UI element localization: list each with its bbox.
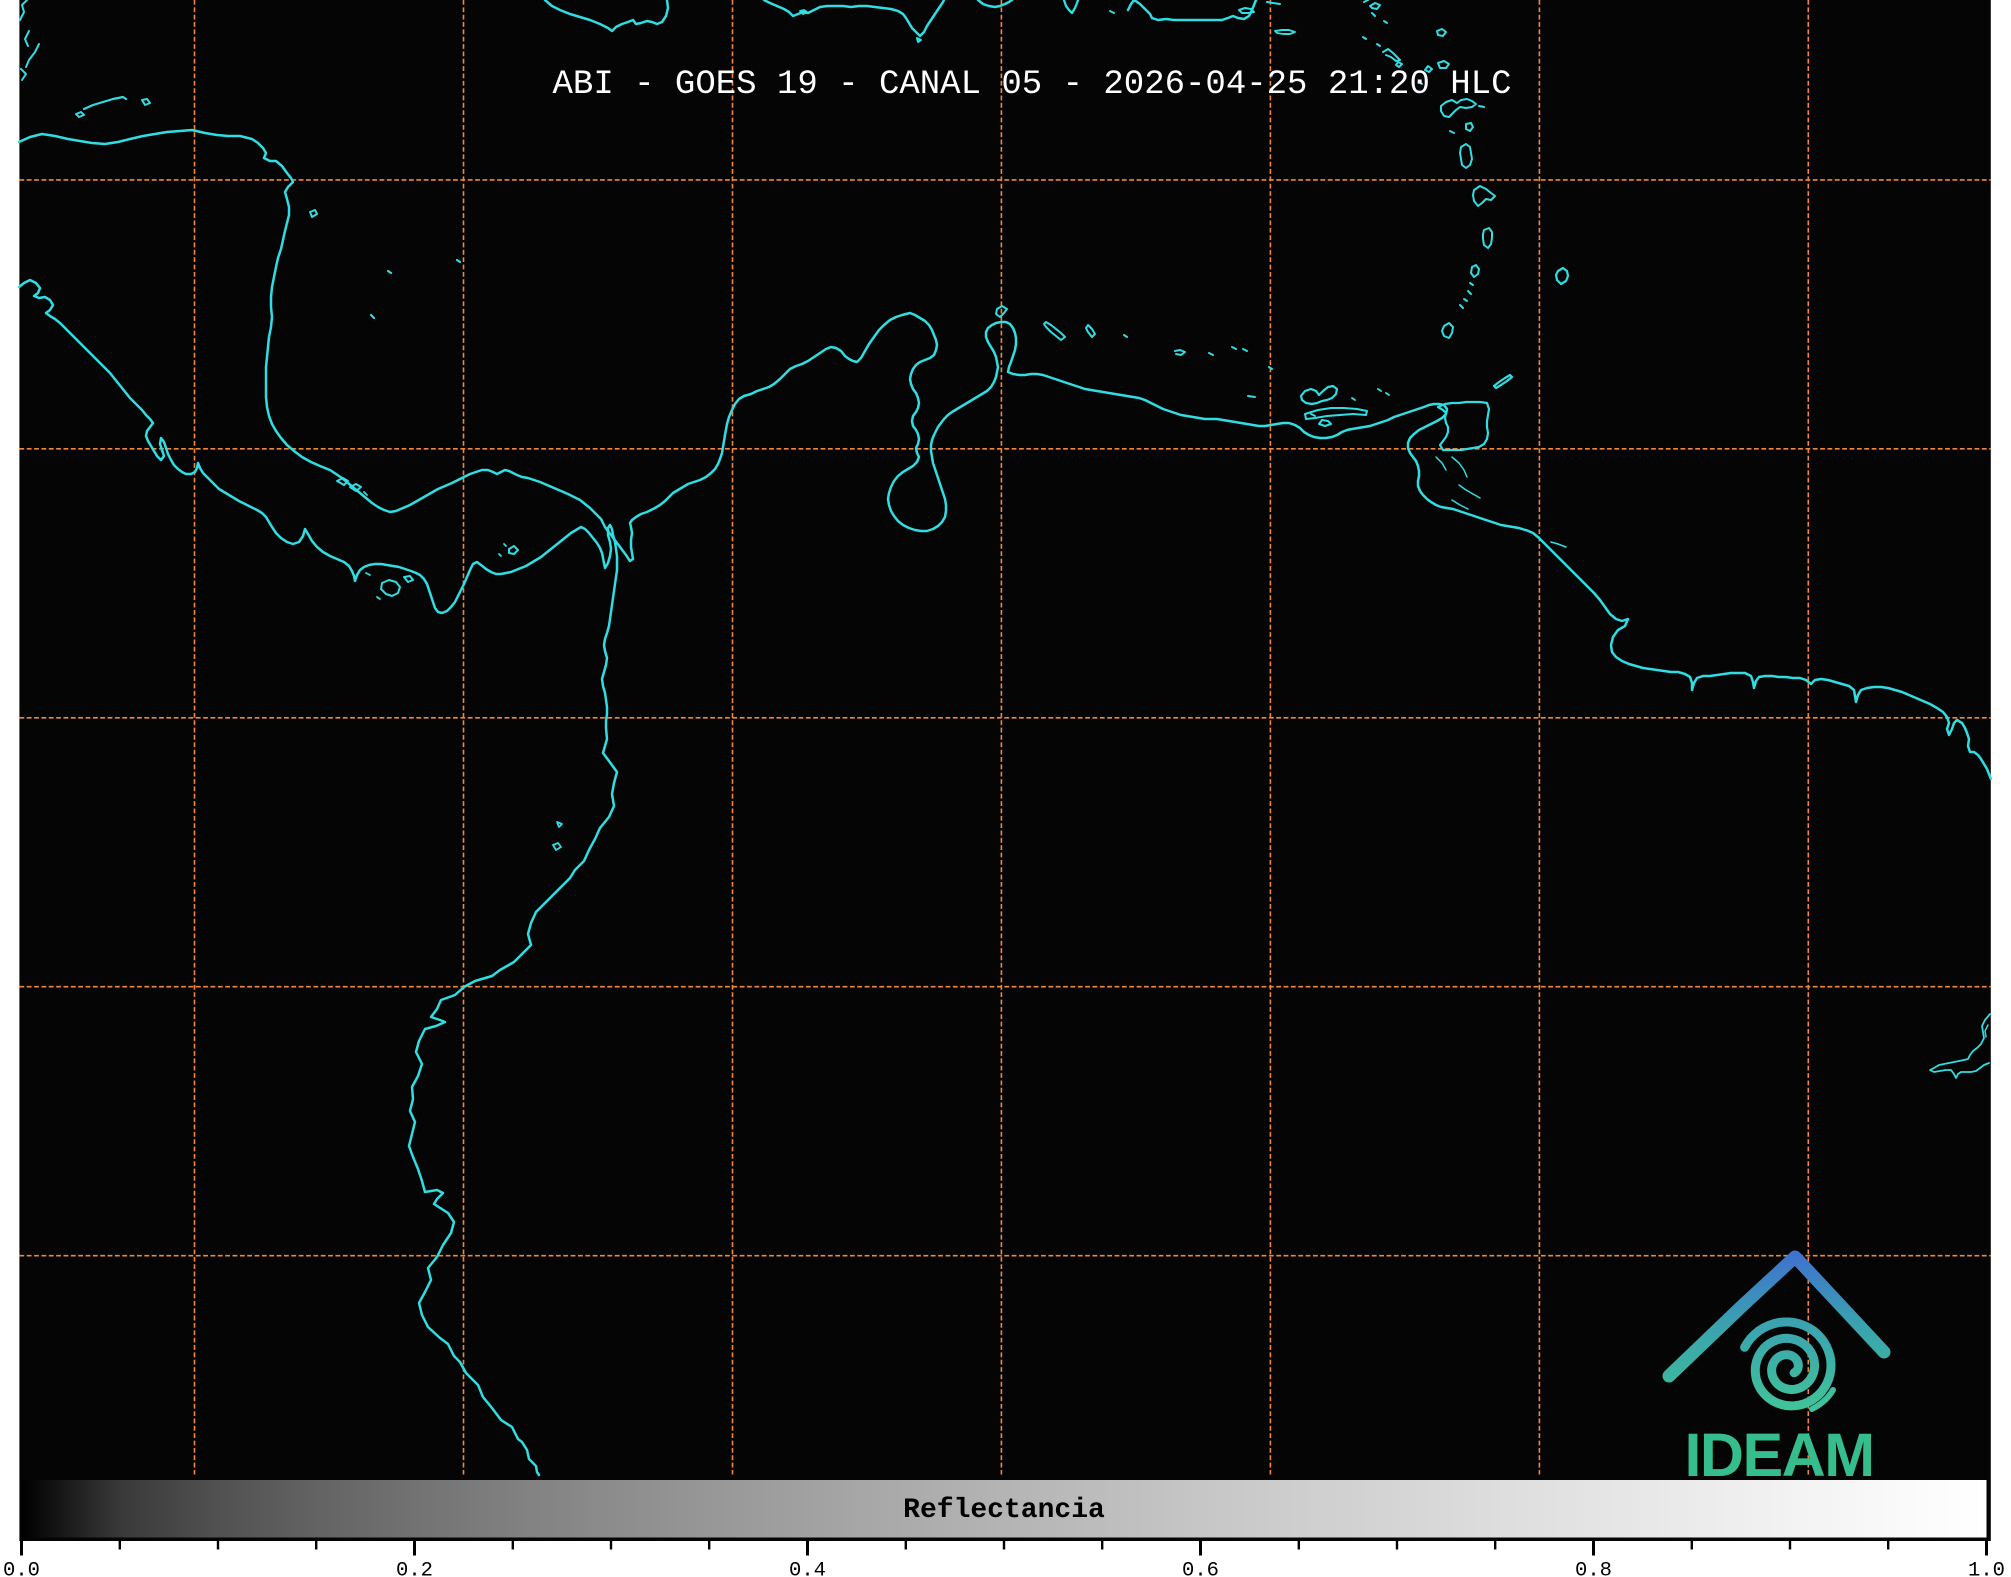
svg-text:0.6: 0.6 — [1182, 1560, 1219, 1577]
svg-text:0.2: 0.2 — [396, 1560, 433, 1577]
svg-text:IDEAM: IDEAM — [1684, 1421, 1873, 1489]
svg-text:0.8: 0.8 — [1575, 1560, 1612, 1577]
svg-text:0.4: 0.4 — [789, 1560, 826, 1577]
svg-text:ABI - GOES 19 - CANAL 05 - 202: ABI - GOES 19 - CANAL 05 - 2026-04-25 21… — [553, 66, 1512, 104]
svg-text:0.0: 0.0 — [3, 1560, 40, 1577]
svg-text:1.0: 1.0 — [1968, 1560, 2005, 1577]
svg-text:Reflectancia: Reflectancia — [903, 1495, 1105, 1526]
